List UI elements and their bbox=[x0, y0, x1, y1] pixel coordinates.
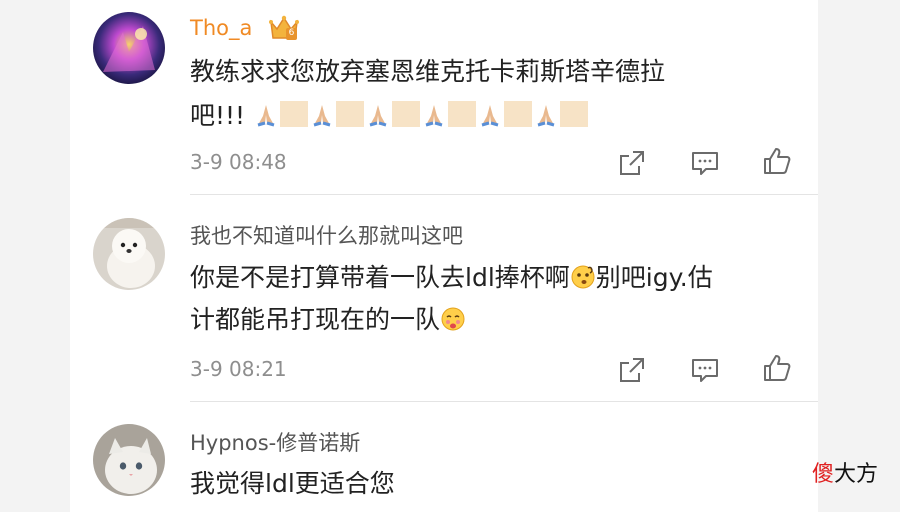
missing-glyph-box bbox=[560, 101, 589, 127]
comment-text-line: 吧!!! bbox=[190, 101, 246, 130]
comment-text: 计都能吊打现在的一队 bbox=[190, 300, 466, 344]
comment-text-line: 你是不是打算带着一队去ldl捧杯啊 bbox=[190, 263, 570, 292]
pray-emoji bbox=[533, 100, 559, 140]
comment-divider bbox=[190, 194, 818, 195]
missing-glyph-box bbox=[504, 101, 533, 127]
comment-username[interactable]: Hypnos-修普诺斯 bbox=[190, 429, 360, 457]
like-icon[interactable] bbox=[762, 353, 792, 383]
pray-emoji bbox=[421, 100, 447, 140]
pray-emoji bbox=[309, 100, 335, 140]
comment-username[interactable]: Tho_a bbox=[190, 14, 252, 42]
comment-username[interactable]: 我也不知道叫什么那就叫这吧 bbox=[190, 222, 463, 250]
watermark-text: 大方 bbox=[834, 462, 879, 487]
comment-divider bbox=[190, 401, 818, 402]
comment-text-line: 别吧igy.估 bbox=[595, 263, 713, 292]
pray-emoji bbox=[477, 100, 503, 140]
like-icon[interactable] bbox=[762, 146, 792, 176]
pray-emoji bbox=[365, 100, 391, 140]
comment-text: 吧!!! bbox=[190, 96, 589, 140]
cute-emoji bbox=[440, 304, 466, 344]
comment-text-line: 我觉得ldl更适合您 bbox=[190, 469, 395, 498]
missing-glyph-box bbox=[448, 101, 477, 127]
missing-glyph-box bbox=[280, 101, 309, 127]
share-icon[interactable] bbox=[617, 355, 647, 385]
reply-icon[interactable] bbox=[690, 355, 720, 385]
comment-text-line: 计都能吊打现在的一队 bbox=[190, 305, 441, 334]
comment-text: 你是不是打算带着一队去ldl捧杯啊 别吧igy.估 bbox=[190, 258, 713, 302]
pray-emoji-sequence bbox=[253, 101, 589, 130]
comment-text: 我觉得ldl更适合您 bbox=[190, 464, 395, 504]
crown-icon: 6 bbox=[268, 12, 300, 42]
avatar[interactable] bbox=[93, 218, 165, 290]
comment-timestamp: 3-9 08:21 bbox=[190, 357, 287, 381]
missing-glyph-box bbox=[392, 101, 421, 127]
reply-icon[interactable] bbox=[690, 148, 720, 178]
pray-emoji bbox=[253, 100, 279, 140]
comment-text: 教练求求您放弃塞恩维克托卡莉斯塔辛德拉 bbox=[190, 52, 665, 92]
share-icon[interactable] bbox=[617, 148, 647, 178]
watermark-char: 傻 bbox=[812, 462, 835, 487]
vip-level-badge: 6 bbox=[288, 28, 295, 38]
avatar[interactable] bbox=[93, 12, 165, 84]
comment-text-line: 教练求求您放弃塞恩维克托卡莉斯塔辛德拉 bbox=[190, 57, 666, 86]
comment-timestamp: 3-9 08:48 bbox=[190, 150, 287, 174]
avatar[interactable] bbox=[93, 424, 165, 496]
missing-glyph-box bbox=[336, 101, 365, 127]
confused-emoji bbox=[570, 262, 596, 302]
watermark: 傻大方 bbox=[812, 460, 878, 490]
